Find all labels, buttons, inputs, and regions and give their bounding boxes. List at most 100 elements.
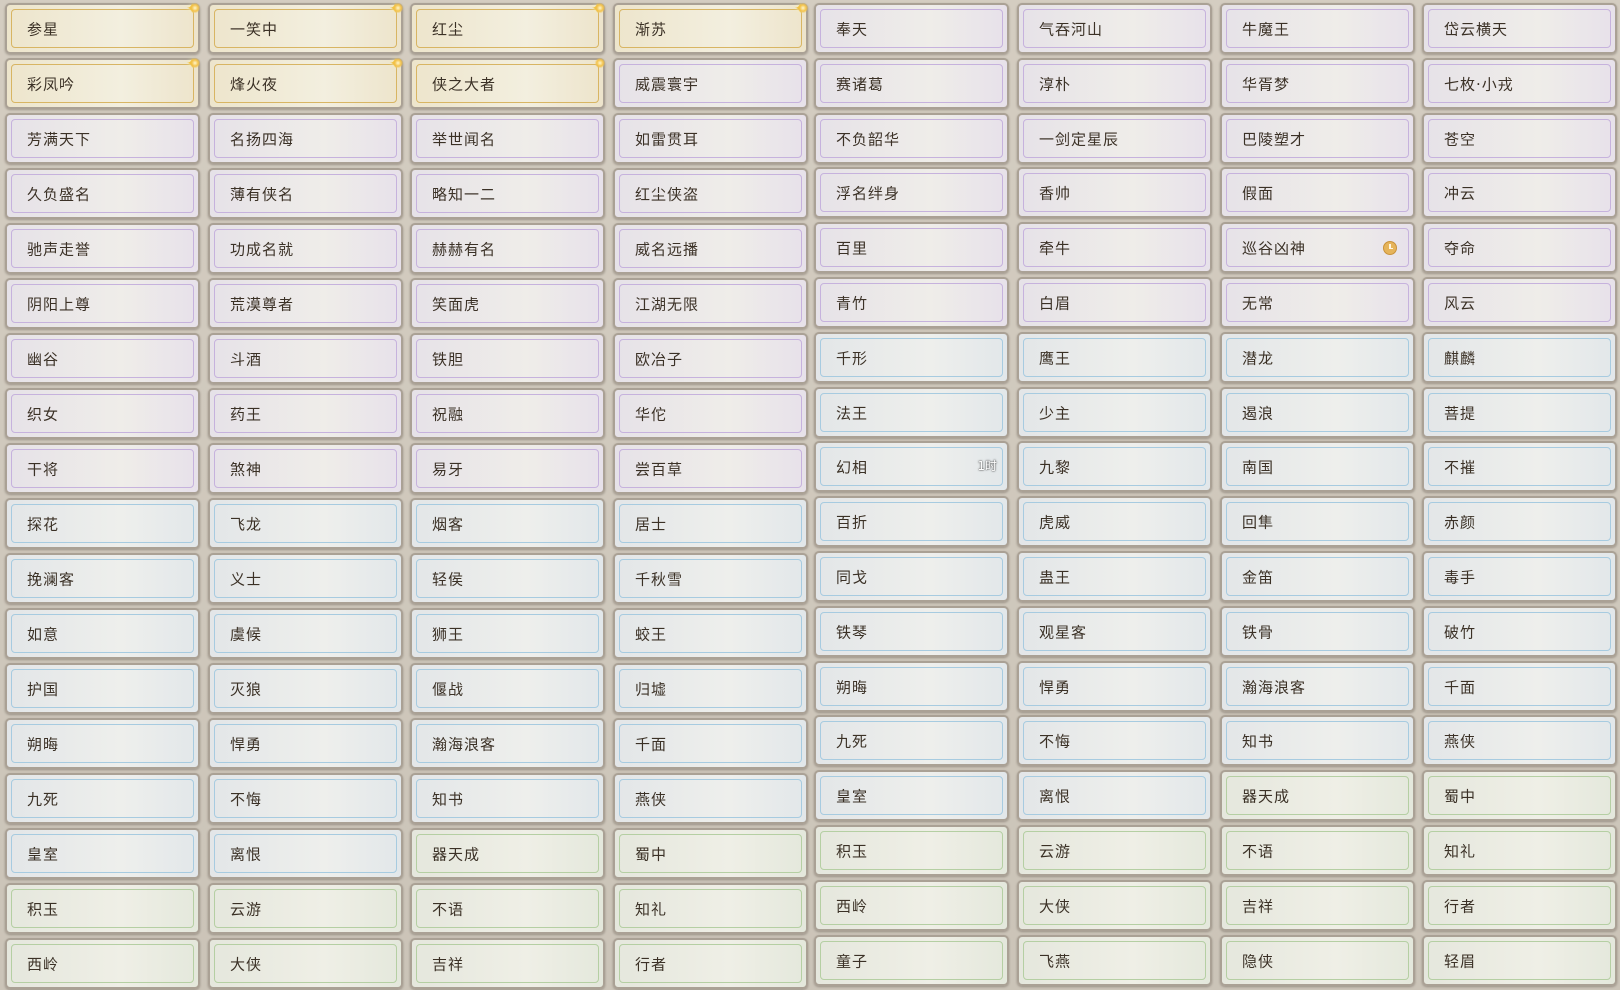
title-tile[interactable]: 破竹 bbox=[1422, 606, 1617, 657]
title-tile[interactable]: 祝融 bbox=[410, 388, 605, 439]
title-tile[interactable]: 九死 bbox=[5, 773, 200, 824]
title-tile[interactable]: 器天成 bbox=[410, 828, 605, 879]
title-tile[interactable]: 知书 bbox=[410, 773, 605, 824]
title-tile[interactable]: 护国 bbox=[5, 663, 200, 714]
title-tile[interactable]: 渐苏 ✦ bbox=[613, 2, 808, 54]
title-tile[interactable]: 阴阳上尊 bbox=[5, 278, 200, 329]
title-tile[interactable]: 煞神 bbox=[208, 443, 403, 494]
title-tile[interactable]: 灭狼 bbox=[208, 663, 403, 714]
title-tile[interactable]: 侠之大者 bbox=[410, 58, 605, 109]
title-tile[interactable]: 知书 bbox=[1220, 715, 1415, 766]
title-tile[interactable]: 积玉 bbox=[814, 825, 1009, 876]
title-tile[interactable]: 鹰王 bbox=[1017, 332, 1212, 383]
title-tile[interactable]: 淳朴 bbox=[1017, 58, 1212, 109]
title-tile[interactable]: 风云 bbox=[1422, 277, 1617, 328]
title-tile[interactable]: 吉祥 bbox=[1220, 880, 1415, 931]
title-tile[interactable]: 百折 bbox=[814, 496, 1009, 547]
title-tile[interactable]: 悍勇 bbox=[1017, 661, 1212, 712]
title-tile[interactable]: 朔晦 bbox=[5, 718, 200, 769]
title-tile[interactable]: 冲云 bbox=[1422, 167, 1617, 218]
title-tile[interactable]: 假面 bbox=[1220, 167, 1415, 218]
title-tile[interactable]: 潜龙 bbox=[1220, 332, 1415, 383]
title-tile[interactable]: 七枚·小戎 bbox=[1422, 58, 1617, 109]
title-tile[interactable]: 探花 bbox=[5, 498, 200, 549]
title-tile[interactable]: 瀚海浪客 bbox=[1220, 661, 1415, 712]
title-tile[interactable]: 隐侠 bbox=[1220, 935, 1415, 986]
title-tile[interactable]: 法王 bbox=[814, 387, 1009, 438]
title-tile[interactable]: 赤颜 bbox=[1422, 496, 1617, 547]
title-tile[interactable]: 行者 bbox=[613, 938, 808, 989]
title-tile[interactable]: 麒麟 bbox=[1422, 332, 1617, 383]
title-tile[interactable]: 童子 bbox=[814, 935, 1009, 986]
title-tile[interactable]: 驰声走誉 bbox=[5, 223, 200, 274]
title-tile[interactable]: 江湖无限 bbox=[613, 278, 808, 329]
title-tile[interactable]: 织女 bbox=[5, 388, 200, 439]
title-tile[interactable]: 幽谷 bbox=[5, 333, 200, 384]
title-tile[interactable]: 一笑中 ✦ bbox=[208, 2, 403, 54]
title-tile[interactable]: 百里 bbox=[814, 222, 1009, 273]
title-tile[interactable]: 如意 bbox=[5, 608, 200, 659]
title-tile[interactable]: 回隼 bbox=[1220, 496, 1415, 547]
title-tile[interactable]: 轻侯 bbox=[410, 553, 605, 604]
title-tile[interactable]: 离恨 bbox=[208, 828, 403, 879]
title-tile[interactable]: 千秋雪 bbox=[613, 553, 808, 604]
title-tile[interactable]: 香帅 bbox=[1017, 167, 1212, 218]
title-tile[interactable]: 彩凤吟 ✦ bbox=[5, 57, 200, 109]
title-tile[interactable]: 悍勇 bbox=[208, 718, 403, 769]
title-tile[interactable]: 皇室 bbox=[814, 770, 1009, 821]
title-tile[interactable]: 铁琴 bbox=[814, 606, 1009, 657]
title-tile[interactable]: 归墟 bbox=[613, 663, 808, 714]
title-tile[interactable]: 幻相 1时 bbox=[814, 441, 1009, 492]
title-tile[interactable]: 参星 ✦ bbox=[5, 2, 200, 54]
title-tile[interactable]: 大侠 bbox=[208, 938, 403, 989]
title-tile[interactable]: 赛诸葛 bbox=[814, 58, 1009, 109]
title-tile[interactable]: 铁胆 bbox=[410, 333, 605, 384]
title-tile[interactable]: 知礼 bbox=[613, 883, 808, 934]
title-tile[interactable]: 偃战 bbox=[410, 663, 605, 714]
title-tile[interactable]: 少主 bbox=[1017, 387, 1212, 438]
title-tile[interactable]: 蜀中 bbox=[613, 828, 808, 879]
title-tile[interactable]: 义士 bbox=[208, 553, 403, 604]
title-tile[interactable]: 西岭 bbox=[814, 880, 1009, 931]
title-tile[interactable]: 西岭 bbox=[5, 938, 200, 989]
title-tile[interactable]: 云游 bbox=[1017, 825, 1212, 876]
title-tile[interactable]: 同戈 bbox=[814, 551, 1009, 602]
title-tile[interactable]: 岱云横天 bbox=[1422, 3, 1617, 54]
title-tile[interactable]: 千面 bbox=[1422, 661, 1617, 712]
title-tile[interactable]: 气吞河山 bbox=[1017, 3, 1212, 54]
title-tile[interactable]: 如雷贯耳 bbox=[613, 113, 808, 164]
title-tile[interactable]: 烽火夜 ✦ bbox=[208, 57, 403, 109]
title-tile[interactable]: 无常 bbox=[1220, 277, 1415, 328]
title-tile[interactable]: 笑面虎 bbox=[410, 278, 605, 329]
title-tile[interactable]: 遏浪 bbox=[1220, 387, 1415, 438]
title-tile[interactable]: 瀚海浪客 bbox=[410, 718, 605, 769]
title-tile[interactable]: 毒手 bbox=[1422, 551, 1617, 602]
title-tile[interactable]: 威震寰宇 bbox=[613, 58, 808, 109]
title-tile[interactable]: 浮名绊身 bbox=[814, 167, 1009, 218]
title-tile[interactable]: 苍空 bbox=[1422, 113, 1617, 164]
title-tile[interactable]: 不语 bbox=[1220, 825, 1415, 876]
title-tile[interactable]: 久负盛名 bbox=[5, 168, 200, 219]
title-tile[interactable]: 赫赫有名 bbox=[410, 223, 605, 274]
title-tile[interactable]: 巴陵塑才 bbox=[1220, 113, 1415, 164]
title-tile[interactable]: 燕侠 bbox=[1422, 715, 1617, 766]
title-tile[interactable]: 牛魔王 bbox=[1220, 3, 1415, 54]
title-tile[interactable]: 积玉 bbox=[5, 883, 200, 934]
title-tile[interactable]: 飞燕 bbox=[1017, 935, 1212, 986]
title-tile[interactable]: 蛟王 bbox=[613, 608, 808, 659]
title-tile[interactable]: 吉祥 bbox=[410, 938, 605, 989]
title-tile[interactable]: 芳满天下 bbox=[5, 113, 200, 164]
title-tile[interactable]: 欧冶子 bbox=[613, 333, 808, 384]
title-tile[interactable]: 白眉 bbox=[1017, 277, 1212, 328]
title-tile[interactable]: 千面 bbox=[613, 718, 808, 769]
title-tile[interactable]: 九死 bbox=[814, 715, 1009, 766]
title-tile[interactable]: 观星客 bbox=[1017, 606, 1212, 657]
title-tile[interactable]: 挽澜客 bbox=[5, 553, 200, 604]
title-tile[interactable]: 虎威 bbox=[1017, 496, 1212, 547]
title-tile[interactable]: 一剑定星辰 bbox=[1017, 113, 1212, 164]
title-tile[interactable]: 千形 bbox=[814, 332, 1009, 383]
title-tile[interactable]: 金笛 bbox=[1220, 551, 1415, 602]
title-tile[interactable]: 不语 bbox=[410, 883, 605, 934]
title-tile[interactable]: 奉天 bbox=[814, 3, 1009, 54]
title-tile[interactable]: 燕侠 bbox=[613, 773, 808, 824]
